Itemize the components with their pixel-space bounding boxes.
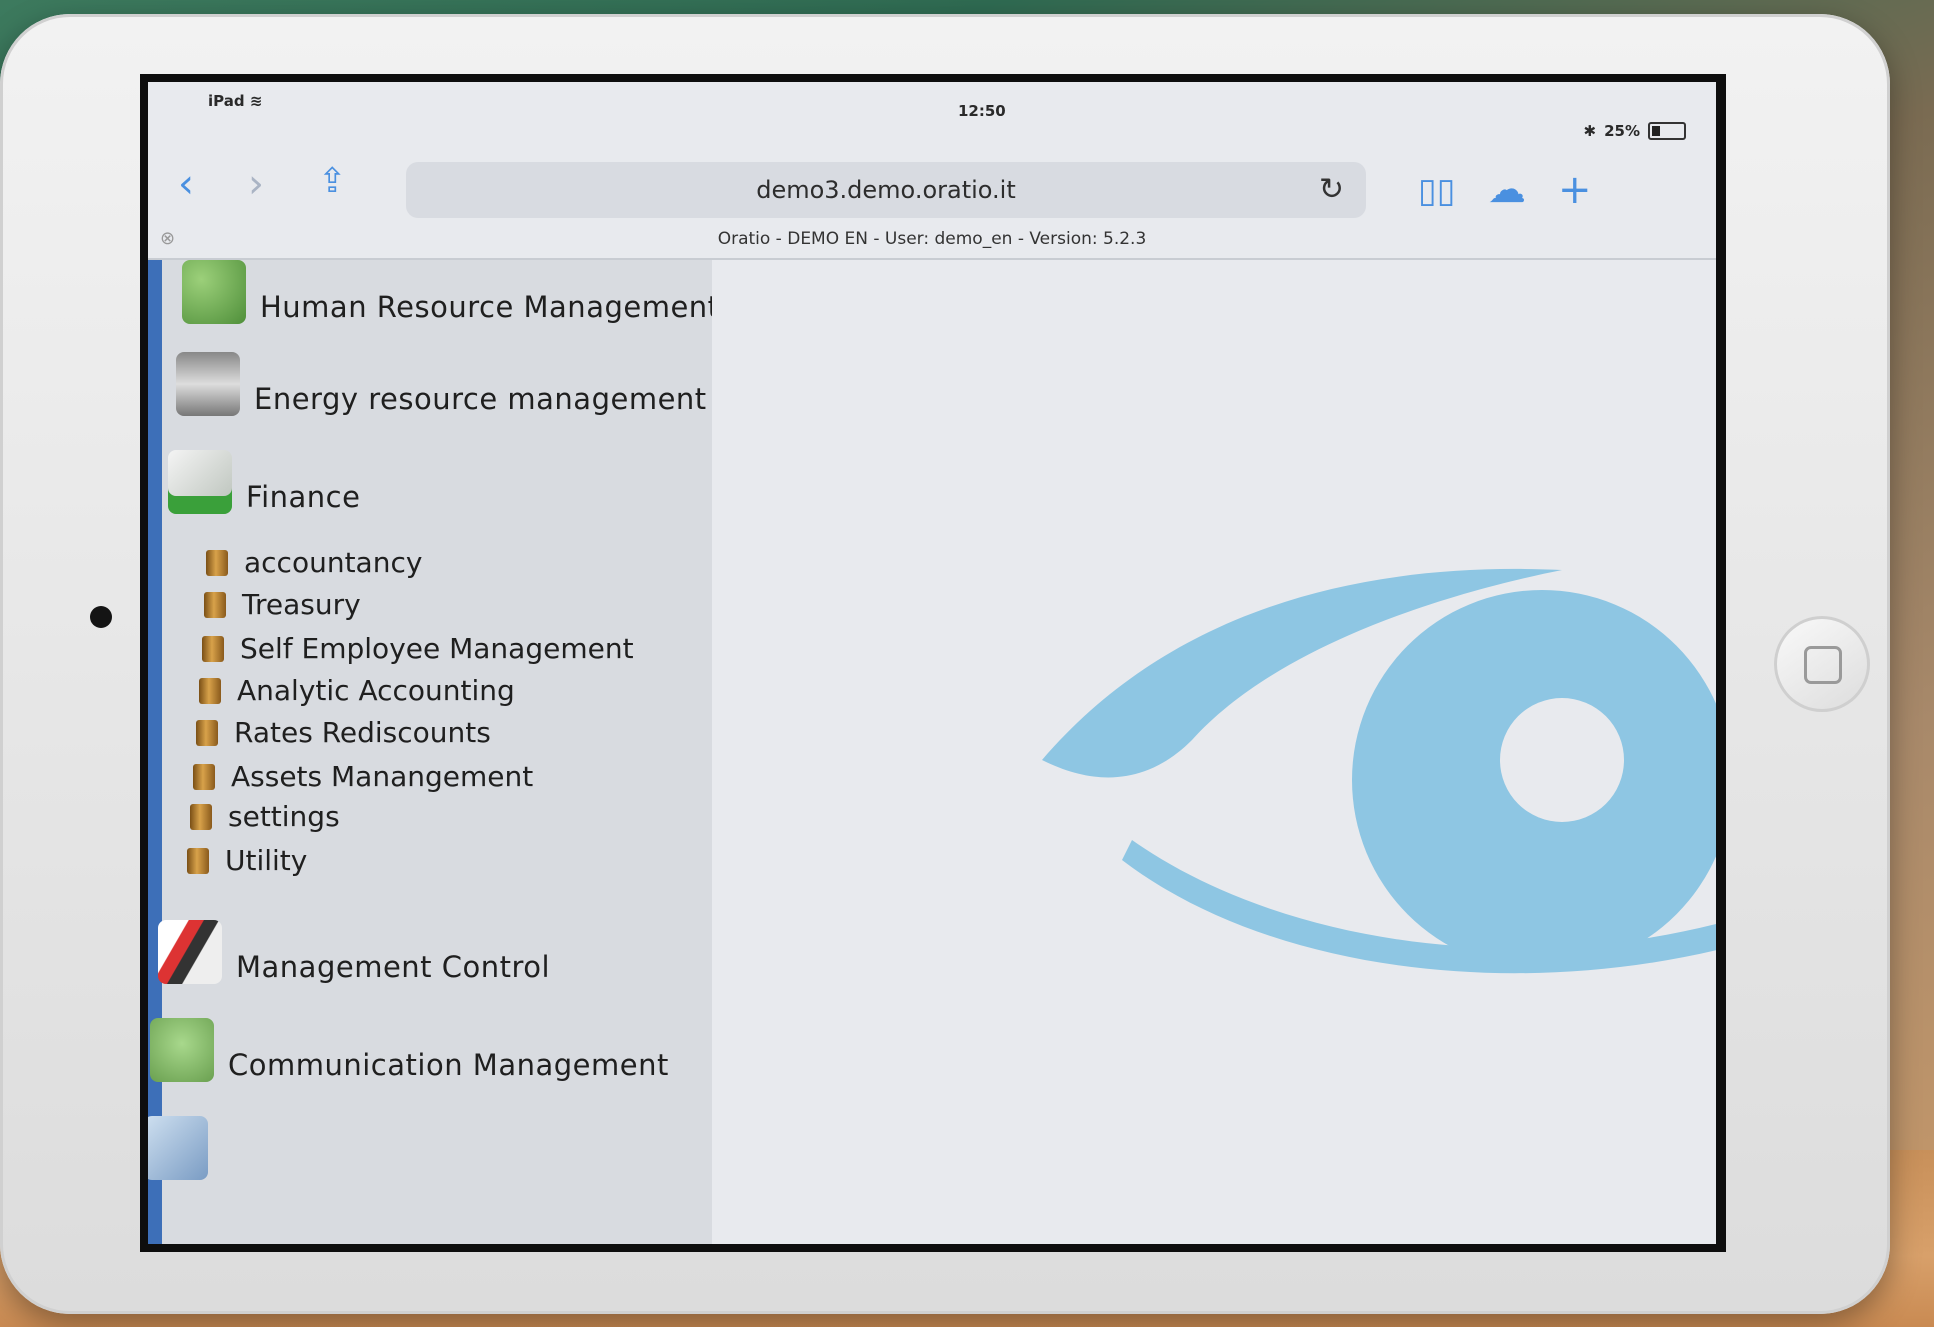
- status-bar: iPad ≋ 12:50 ✱ 25%: [148, 82, 1716, 140]
- folder-icon: [196, 719, 218, 746]
- finance-item-rates-rediscounts[interactable]: Rates Rediscounts: [196, 716, 491, 749]
- url-bar[interactable]: demo3.demo.oratio.it ↻: [406, 162, 1366, 218]
- finance-item-label: Treasury: [242, 588, 361, 621]
- ipad-device: iPad ≋ 12:50 ✱ 25% ‹ › ⇪ demo3.demo.orat…: [0, 14, 1890, 1314]
- device-label: iPad ≋: [208, 92, 263, 110]
- sidebar-item-label: Finance: [246, 480, 361, 514]
- finance-item-treasury[interactable]: Treasury: [204, 588, 361, 621]
- finance-item-analytic-accounting[interactable]: Analytic Accounting: [199, 674, 515, 707]
- people-group-icon: [182, 260, 246, 324]
- finance-item-label: accountancy: [244, 546, 423, 579]
- finance-item-label: Analytic Accounting: [237, 674, 515, 707]
- folder-icon: [199, 677, 221, 704]
- bookmarks-icon[interactable]: ▯▯: [1418, 174, 1455, 208]
- finance-item-settings[interactable]: settings: [190, 800, 340, 833]
- finance-item-assets[interactable]: Assets Manangement: [193, 760, 533, 793]
- page-title: Oratio - DEMO EN - User: demo_en - Versi…: [148, 220, 1716, 260]
- sidebar-item-finance[interactable]: Finance: [168, 450, 360, 514]
- sidebar-item-management-control[interactable]: Management Control: [158, 920, 550, 984]
- sidebar-item-label: Human Resource Management: [260, 290, 720, 324]
- sidebar-item-human-resource[interactable]: Human Resource Management: [182, 260, 720, 324]
- finance-item-label: Utility: [225, 844, 308, 877]
- url-text: demo3.demo.oratio.it: [756, 176, 1016, 204]
- oratio-eye-logo: [1042, 568, 1716, 974]
- finance-item-utility[interactable]: Utility: [187, 844, 307, 877]
- folder-icon: [204, 591, 226, 618]
- main-content: [712, 260, 1716, 1244]
- folder-icon: [206, 549, 228, 576]
- display: iPad ≋ 12:50 ✱ 25% ‹ › ⇪ demo3.demo.orat…: [148, 82, 1716, 1244]
- new-tab-button[interactable]: +: [1558, 170, 1592, 210]
- communication-people-icon: [150, 1018, 214, 1082]
- management-chart-icon: [158, 920, 222, 984]
- icloud-tabs-icon[interactable]: ☁: [1488, 170, 1526, 208]
- finance-item-label: Assets Manangement: [231, 760, 534, 793]
- folder-icon: [190, 803, 212, 830]
- database-icon: [176, 352, 240, 416]
- screen-bezel: iPad ≋ 12:50 ✱ 25% ‹ › ⇪ demo3.demo.orat…: [140, 74, 1726, 1252]
- forward-button[interactable]: ›: [248, 164, 264, 204]
- share-icon[interactable]: ⇪: [318, 164, 347, 198]
- wifi-icon: ≋: [249, 92, 263, 110]
- finance-item-accountancy[interactable]: accountancy: [206, 546, 422, 579]
- finance-chart-icon: [168, 450, 232, 514]
- sidebar-item-label: Communication Management: [228, 1048, 669, 1082]
- clock: 12:50: [958, 102, 1006, 120]
- reload-icon[interactable]: ↻: [1319, 172, 1344, 207]
- sidebar-item-communication[interactable]: Communication Management: [150, 1018, 669, 1082]
- settings-gear-icon: [148, 1116, 208, 1180]
- browser-toolbar: ‹ › ⇪ demo3.demo.oratio.it ↻ ▯▯ ☁ +: [148, 120, 1716, 218]
- finance-item-label: Rates Rediscounts: [234, 716, 491, 749]
- home-square-icon: [1804, 646, 1842, 684]
- sidebar-item-label: Energy resource management: [254, 382, 707, 416]
- finance-item-label: Self Employee Management: [240, 632, 634, 665]
- sidebar-menu: Human Resource Management Energy resourc…: [148, 260, 726, 1244]
- finance-item-label: settings: [228, 800, 340, 833]
- folder-icon: [193, 763, 215, 790]
- folder-icon: [187, 847, 209, 874]
- home-button[interactable]: [1774, 616, 1870, 712]
- sidebar-item-label: Management Control: [236, 950, 551, 984]
- folder-icon: [202, 635, 224, 662]
- sidebar-item-partial[interactable]: [148, 1116, 222, 1180]
- sidebar-item-energy-resource[interactable]: Energy resource management: [176, 352, 707, 416]
- finance-item-self-employee[interactable]: Self Employee Management: [202, 632, 634, 665]
- back-button[interactable]: ‹: [178, 164, 194, 204]
- camera-icon: [90, 606, 112, 628]
